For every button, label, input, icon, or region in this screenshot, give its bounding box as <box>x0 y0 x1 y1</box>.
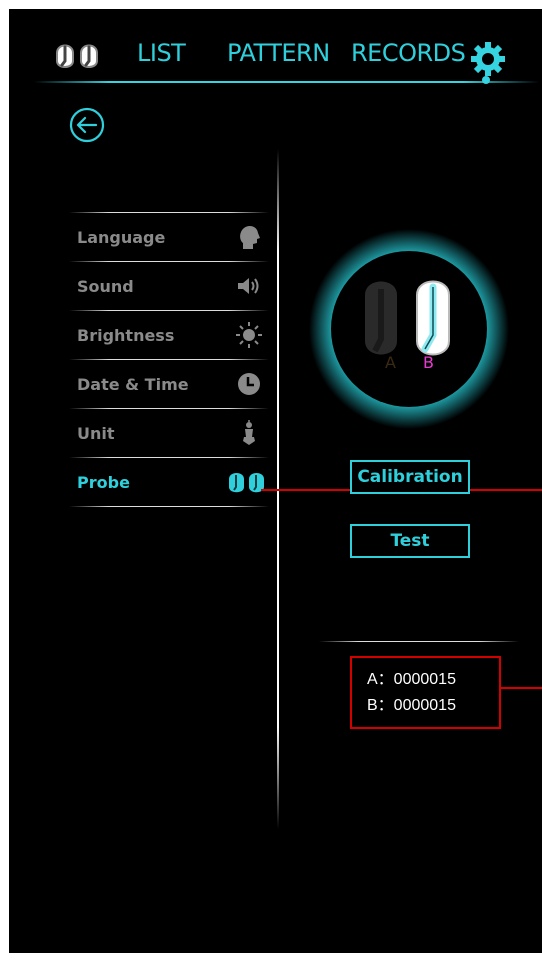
section-divider <box>319 641 519 642</box>
annotation-line <box>501 687 542 689</box>
menu-item-brightness[interactable]: Brightness <box>69 311 269 359</box>
tab-list[interactable]: LIST <box>137 39 186 67</box>
menu-item-label: Language <box>77 227 166 247</box>
annotation-line <box>470 489 542 491</box>
top-navigation: LIST PATTERN RECORDS <box>9 9 542 89</box>
probe-pair-icon[interactable] <box>53 39 103 73</box>
nav-underline <box>34 81 539 83</box>
sun-icon <box>236 322 262 348</box>
probe-b-label: B <box>423 353 434 372</box>
menu-item-language[interactable]: Language <box>69 213 269 261</box>
active-tab-indicator <box>482 76 490 84</box>
gear-icon[interactable] <box>470 41 506 77</box>
menu-item-unit[interactable]: Unit <box>69 409 269 457</box>
settings-menu: Language Sound Brightness Date & Time Un… <box>69 212 269 507</box>
menu-item-probe[interactable]: Probe <box>69 458 269 506</box>
app-screen: LIST PATTERN RECORDS Language Sound Brig… <box>9 9 542 953</box>
annotation-line <box>261 489 350 491</box>
probe-a-icon <box>365 281 397 355</box>
menu-item-label: Probe <box>77 472 130 492</box>
arrow-left-circle-icon[interactable] <box>69 107 105 143</box>
menu-divider <box>69 506 269 507</box>
menu-item-label: Date & Time <box>77 374 189 394</box>
head-silhouette-icon <box>240 225 260 249</box>
menu-item-label: Brightness <box>77 325 175 345</box>
tab-pattern[interactable]: PATTERN <box>227 39 330 67</box>
speaker-icon <box>238 278 259 294</box>
annotation-box-counts <box>350 656 501 729</box>
figure-icon <box>243 420 255 445</box>
probe-a-label: A <box>385 353 396 372</box>
probe-pair-icon <box>229 473 264 493</box>
clock-icon <box>238 373 260 395</box>
calibration-button[interactable]: Calibration <box>350 460 470 494</box>
menu-item-label: Unit <box>77 423 115 443</box>
probe-b-icon <box>416 280 450 356</box>
menu-item-label: Sound <box>77 276 134 296</box>
menu-item-date-time[interactable]: Date & Time <box>69 360 269 408</box>
probe-status-display <box>309 229 509 429</box>
menu-item-sound[interactable]: Sound <box>69 262 269 310</box>
tab-records[interactable]: RECORDS <box>351 39 466 67</box>
probe-disc <box>331 251 487 407</box>
test-button[interactable]: Test <box>350 524 470 558</box>
